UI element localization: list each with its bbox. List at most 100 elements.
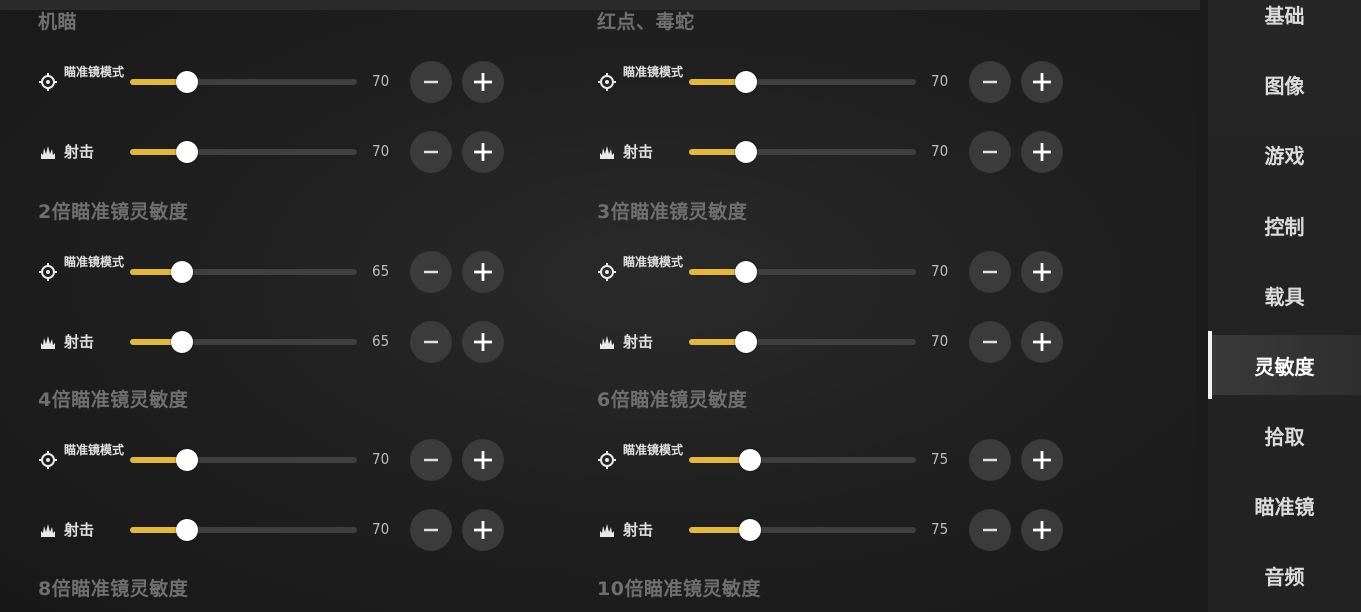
sidebar-item-label: 图像 bbox=[1264, 73, 1305, 98]
slider-handle[interactable] bbox=[735, 261, 757, 283]
sensitivity-value: 70 bbox=[931, 72, 949, 90]
sensitivity-value: 70 bbox=[372, 520, 390, 538]
sidebar-item-2[interactable]: 游戏 bbox=[1208, 124, 1361, 184]
decrease-button[interactable] bbox=[410, 439, 452, 481]
decrease-button[interactable] bbox=[969, 321, 1011, 363]
section-title: 4倍瞄准镜灵敏度 bbox=[38, 389, 189, 411]
sensitivity-slider[interactable] bbox=[689, 449, 916, 471]
plus-icon bbox=[1031, 331, 1053, 353]
slider-handle[interactable] bbox=[735, 141, 757, 163]
row-label: 瞄准镜模式 bbox=[64, 65, 125, 79]
sensitivity-slider[interactable] bbox=[689, 519, 916, 541]
increase-button[interactable] bbox=[1021, 509, 1063, 551]
increase-button[interactable] bbox=[462, 61, 504, 103]
sensitivity-slider[interactable] bbox=[130, 449, 357, 471]
minus-icon bbox=[980, 332, 1000, 352]
decrease-button[interactable] bbox=[969, 131, 1011, 173]
decrease-button[interactable] bbox=[410, 131, 452, 173]
decrease-button[interactable] bbox=[410, 509, 452, 551]
fire-sensitivity-row: 射击 70 bbox=[38, 509, 558, 551]
crosshair-icon bbox=[597, 262, 617, 282]
minus-icon bbox=[980, 72, 1000, 92]
minus-icon bbox=[980, 142, 1000, 162]
fire-sensitivity-row: 射击 70 bbox=[597, 321, 1117, 363]
row-label: 瞄准镜模式 bbox=[623, 65, 684, 79]
decrease-button[interactable] bbox=[969, 439, 1011, 481]
sensitivity-slider[interactable] bbox=[130, 519, 357, 541]
plus-icon bbox=[1031, 449, 1053, 471]
minus-icon bbox=[980, 262, 1000, 282]
sensitivity-value: 70 bbox=[931, 332, 949, 350]
sidebar-item-4[interactable]: 载具 bbox=[1208, 265, 1361, 325]
sidebar-item-3[interactable]: 控制 bbox=[1208, 195, 1361, 255]
fire-sensitivity-row: 射击 70 bbox=[38, 131, 558, 173]
sensitivity-slider[interactable] bbox=[130, 141, 357, 163]
fire-sensitivity-row: 射击 65 bbox=[38, 321, 558, 363]
increase-button[interactable] bbox=[462, 509, 504, 551]
sidebar-item-5[interactable]: 灵敏度 bbox=[1208, 331, 1361, 399]
sensitivity-value: 70 bbox=[931, 262, 949, 280]
increase-button[interactable] bbox=[1021, 251, 1063, 293]
decrease-button[interactable] bbox=[410, 321, 452, 363]
minus-icon bbox=[980, 520, 1000, 540]
slider-handle[interactable] bbox=[176, 519, 198, 541]
decrease-button[interactable] bbox=[969, 509, 1011, 551]
row-label: 射击 bbox=[623, 143, 654, 161]
increase-button[interactable] bbox=[1021, 131, 1063, 173]
increase-button[interactable] bbox=[462, 131, 504, 173]
fire-spike-icon bbox=[38, 142, 58, 162]
row-label: 瞄准镜模式 bbox=[64, 255, 125, 269]
sensitivity-slider[interactable] bbox=[689, 141, 916, 163]
sensitivity-slider[interactable] bbox=[130, 331, 357, 353]
fire-spike-icon bbox=[597, 332, 617, 352]
sensitivity-slider[interactable] bbox=[689, 331, 916, 353]
slider-handle[interactable] bbox=[176, 141, 198, 163]
fire-spike-icon bbox=[38, 520, 58, 540]
sidebar-item-label: 基础 bbox=[1264, 3, 1305, 28]
fire-spike-icon bbox=[38, 332, 58, 352]
crosshair-icon bbox=[38, 450, 58, 470]
plus-icon bbox=[1031, 141, 1053, 163]
increase-button[interactable] bbox=[1021, 439, 1063, 481]
sidebar-item-label: 瞄准镜 bbox=[1254, 494, 1315, 519]
sensitivity-value: 70 bbox=[931, 142, 949, 160]
row-label: 射击 bbox=[64, 333, 95, 351]
row-label: 射击 bbox=[64, 521, 95, 539]
minus-icon bbox=[421, 262, 441, 282]
sidebar-item-label: 拾取 bbox=[1264, 424, 1305, 449]
minus-icon bbox=[421, 520, 441, 540]
increase-button[interactable] bbox=[1021, 61, 1063, 103]
plus-icon bbox=[472, 519, 494, 541]
increase-button[interactable] bbox=[462, 321, 504, 363]
minus-icon bbox=[421, 332, 441, 352]
sidebar-item-7[interactable]: 瞄准镜 bbox=[1208, 475, 1361, 535]
sidebar-item-1[interactable]: 图像 bbox=[1208, 54, 1361, 114]
slider-handle[interactable] bbox=[739, 519, 761, 541]
slider-handle[interactable] bbox=[171, 331, 193, 353]
decrease-button[interactable] bbox=[410, 61, 452, 103]
minus-icon bbox=[421, 72, 441, 92]
sensitivity-slider[interactable] bbox=[689, 261, 916, 283]
slider-handle[interactable] bbox=[176, 71, 198, 93]
increase-button[interactable] bbox=[1021, 321, 1063, 363]
decrease-button[interactable] bbox=[410, 251, 452, 293]
sensitivity-slider[interactable] bbox=[130, 71, 357, 93]
slider-handle[interactable] bbox=[735, 331, 757, 353]
slider-handle[interactable] bbox=[735, 71, 757, 93]
sidebar-item-6[interactable]: 拾取 bbox=[1208, 405, 1361, 465]
section-title: 3倍瞄准镜灵敏度 bbox=[597, 201, 748, 223]
sidebar-item-0[interactable]: 基础 bbox=[1208, 0, 1361, 44]
crosshair-icon bbox=[38, 72, 58, 92]
increase-button[interactable] bbox=[462, 439, 504, 481]
sensitivity-slider[interactable] bbox=[130, 261, 357, 283]
crosshair-icon bbox=[38, 262, 58, 282]
increase-button[interactable] bbox=[462, 251, 504, 293]
decrease-button[interactable] bbox=[969, 61, 1011, 103]
sidebar-item-8[interactable]: 音频 bbox=[1208, 545, 1361, 605]
slider-handle[interactable] bbox=[176, 449, 198, 471]
decrease-button[interactable] bbox=[969, 251, 1011, 293]
scope-mode-sensitivity-row: 瞄准镜模式 70 bbox=[38, 439, 558, 481]
slider-handle[interactable] bbox=[739, 449, 761, 471]
slider-handle[interactable] bbox=[171, 261, 193, 283]
sensitivity-slider[interactable] bbox=[689, 71, 916, 93]
